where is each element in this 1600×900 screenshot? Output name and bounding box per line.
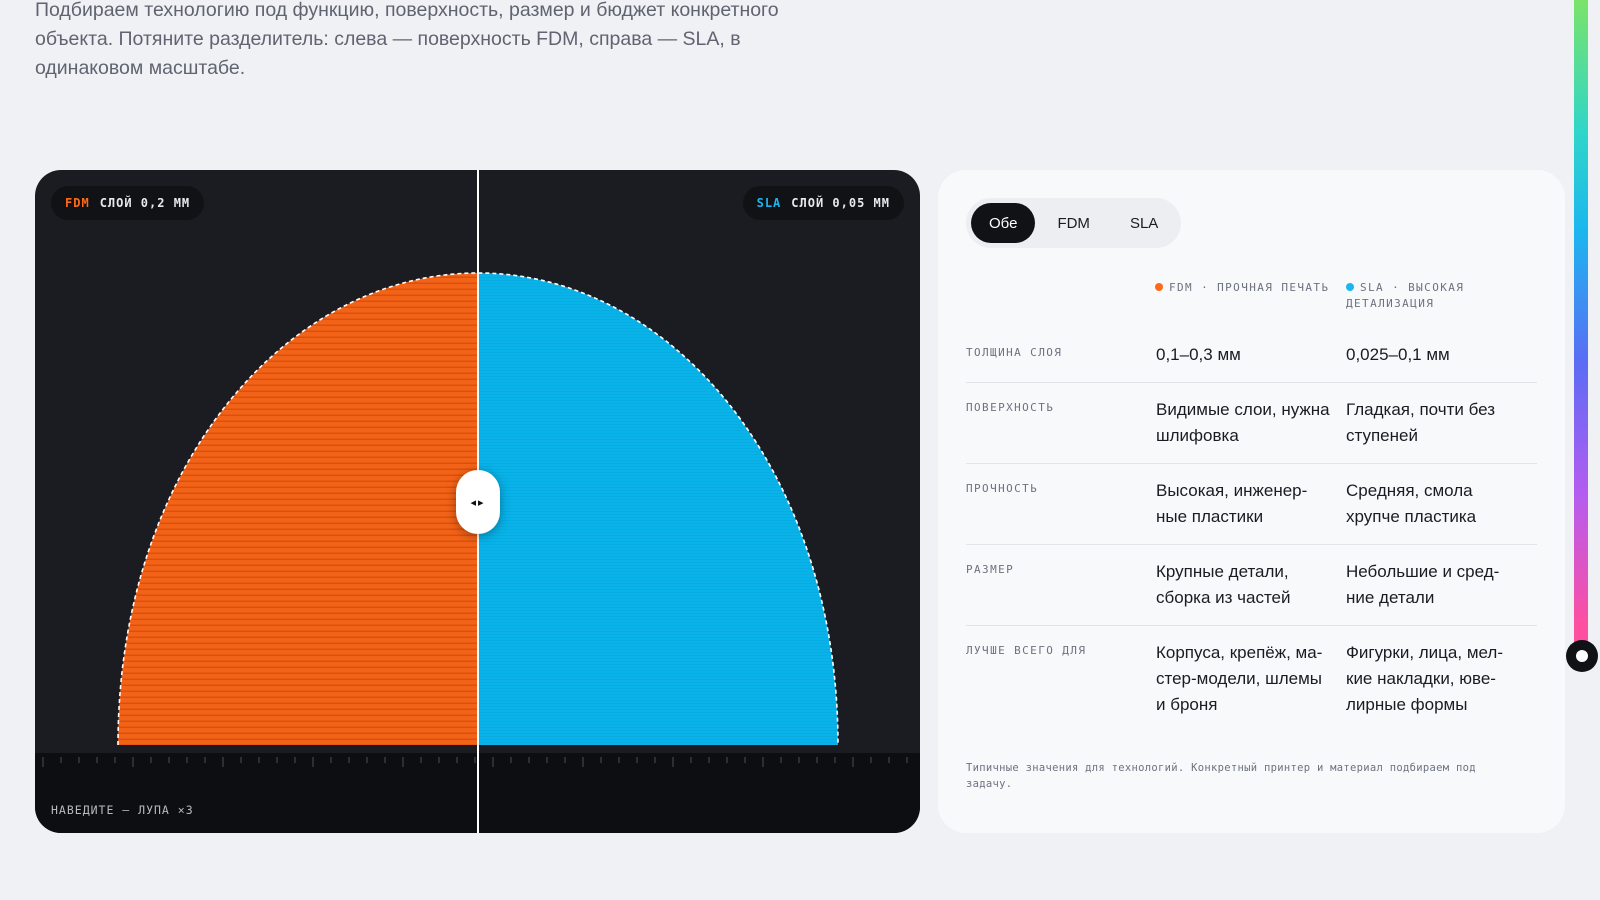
scroll-progress-knob[interactable] bbox=[1566, 640, 1598, 672]
surface-comparison-viewer[interactable]: FDM СЛОЙ 0,2 ММ SLA СЛОЙ 0,05 ММ ◂▸ НАВЕ… bbox=[35, 170, 920, 833]
tab-sla[interactable]: SLA bbox=[1112, 203, 1176, 243]
knob-dot-icon bbox=[1576, 650, 1588, 662]
fdm-tag: FDM bbox=[65, 196, 90, 210]
legend-fdm: FDM · ПРОЧНАЯ ПЕЧАТЬ bbox=[1155, 280, 1340, 296]
table-row: ЛУЧШЕ ВСЕГО ДЛЯ Корпуса, крепёж, ма-стер… bbox=[966, 626, 1537, 732]
scroll-progress-bar[interactable] bbox=[1574, 0, 1588, 660]
tab-both[interactable]: Обе bbox=[971, 203, 1036, 243]
table-row: ПРОЧНОСТЬ Высокая, инженер-ные пластики … bbox=[966, 464, 1537, 545]
table-row: ПОВЕРХНОСТЬ Видимые слои, нужна шлифовка… bbox=[966, 383, 1537, 464]
comparison-legend: FDM · ПРОЧНАЯ ПЕЧАТЬ SLA · ВЫСОКАЯ ДЕТАЛ… bbox=[966, 280, 1537, 320]
comparison-panel: Обе FDM SLA FDM · ПРОЧНАЯ ПЕЧАТЬ SLA · В… bbox=[938, 170, 1565, 833]
table-row: ТОЛЩИНА СЛОЯ 0,1–0,3 мм 0,025–0,1 мм bbox=[966, 328, 1537, 383]
sla-value: Средняя, смола хрупче пластика bbox=[1346, 481, 1477, 526]
row-label: ПРОЧНОСТЬ bbox=[966, 482, 1039, 495]
comparison-table: ТОЛЩИНА СЛОЯ 0,1–0,3 мм 0,025–0,1 мм ПОВ… bbox=[966, 328, 1537, 732]
fdm-dot-icon bbox=[1155, 283, 1163, 291]
row-label: ЛУЧШЕ ВСЕГО ДЛЯ bbox=[966, 644, 1087, 657]
row-label: РАЗМЕР bbox=[966, 563, 1015, 576]
legend-fdm-label: FDM · ПРОЧНАЯ ПЕЧАТЬ bbox=[1169, 281, 1330, 294]
row-label: ПОВЕРХНОСТЬ bbox=[966, 401, 1055, 414]
sla-tag: SLA bbox=[756, 196, 782, 210]
sla-value: Небольшие и сред-ние детали bbox=[1346, 562, 1500, 607]
fdm-value: Видимые слои, нужна шлифовка bbox=[1156, 400, 1330, 445]
fdm-value: Крупные детали, сборка из частей bbox=[1156, 562, 1291, 607]
sla-layer-badge: SLA СЛОЙ 0,05 ММ bbox=[742, 186, 904, 220]
fdm-value: Высокая, инженер-ные пластики bbox=[1156, 481, 1308, 526]
sla-value: Гладкая, почти без ступеней bbox=[1346, 400, 1496, 445]
magnifier-hint: НАВЕДИТЕ — ЛУПА ×3 bbox=[51, 803, 194, 817]
sla-value: 0,025–0,1 мм bbox=[1346, 345, 1450, 364]
technology-tabs: Обе FDM SLA bbox=[966, 198, 1182, 248]
table-row: РАЗМЕР Крупные детали, сборка из частей … bbox=[966, 545, 1537, 626]
sla-dot-icon bbox=[1346, 283, 1354, 291]
intro-text: Подбираем технологию под функцию, поверх… bbox=[35, 0, 779, 79]
fdm-layer-text: СЛОЙ 0,2 ММ bbox=[99, 196, 191, 210]
fdm-value: Корпуса, крепёж, ма-стер-модели, шлемы и… bbox=[1156, 643, 1323, 714]
footnote: Типичные значения для технологий. Конкре… bbox=[966, 762, 1476, 790]
divider-drag-handle[interactable]: ◂▸ bbox=[456, 470, 500, 534]
row-label: ТОЛЩИНА СЛОЯ bbox=[966, 346, 1063, 359]
tab-fdm[interactable]: FDM bbox=[1039, 203, 1108, 243]
legend-sla-label: SLA · ВЫСОКАЯ ДЕТАЛИЗАЦИЯ bbox=[1346, 281, 1465, 310]
legend-sla: SLA · ВЫСОКАЯ ДЕТАЛИЗАЦИЯ bbox=[1346, 280, 1556, 312]
arrows-left-right-icon: ◂▸ bbox=[470, 496, 486, 509]
fdm-layer-badge: FDM СЛОЙ 0,2 ММ bbox=[51, 186, 205, 220]
sla-value: Фигурки, лица, мел-кие накладки, юве-лир… bbox=[1346, 643, 1503, 714]
fdm-value: 0,1–0,3 мм bbox=[1156, 345, 1241, 364]
sla-layer-text: СЛОЙ 0,05 ММ bbox=[791, 196, 890, 210]
